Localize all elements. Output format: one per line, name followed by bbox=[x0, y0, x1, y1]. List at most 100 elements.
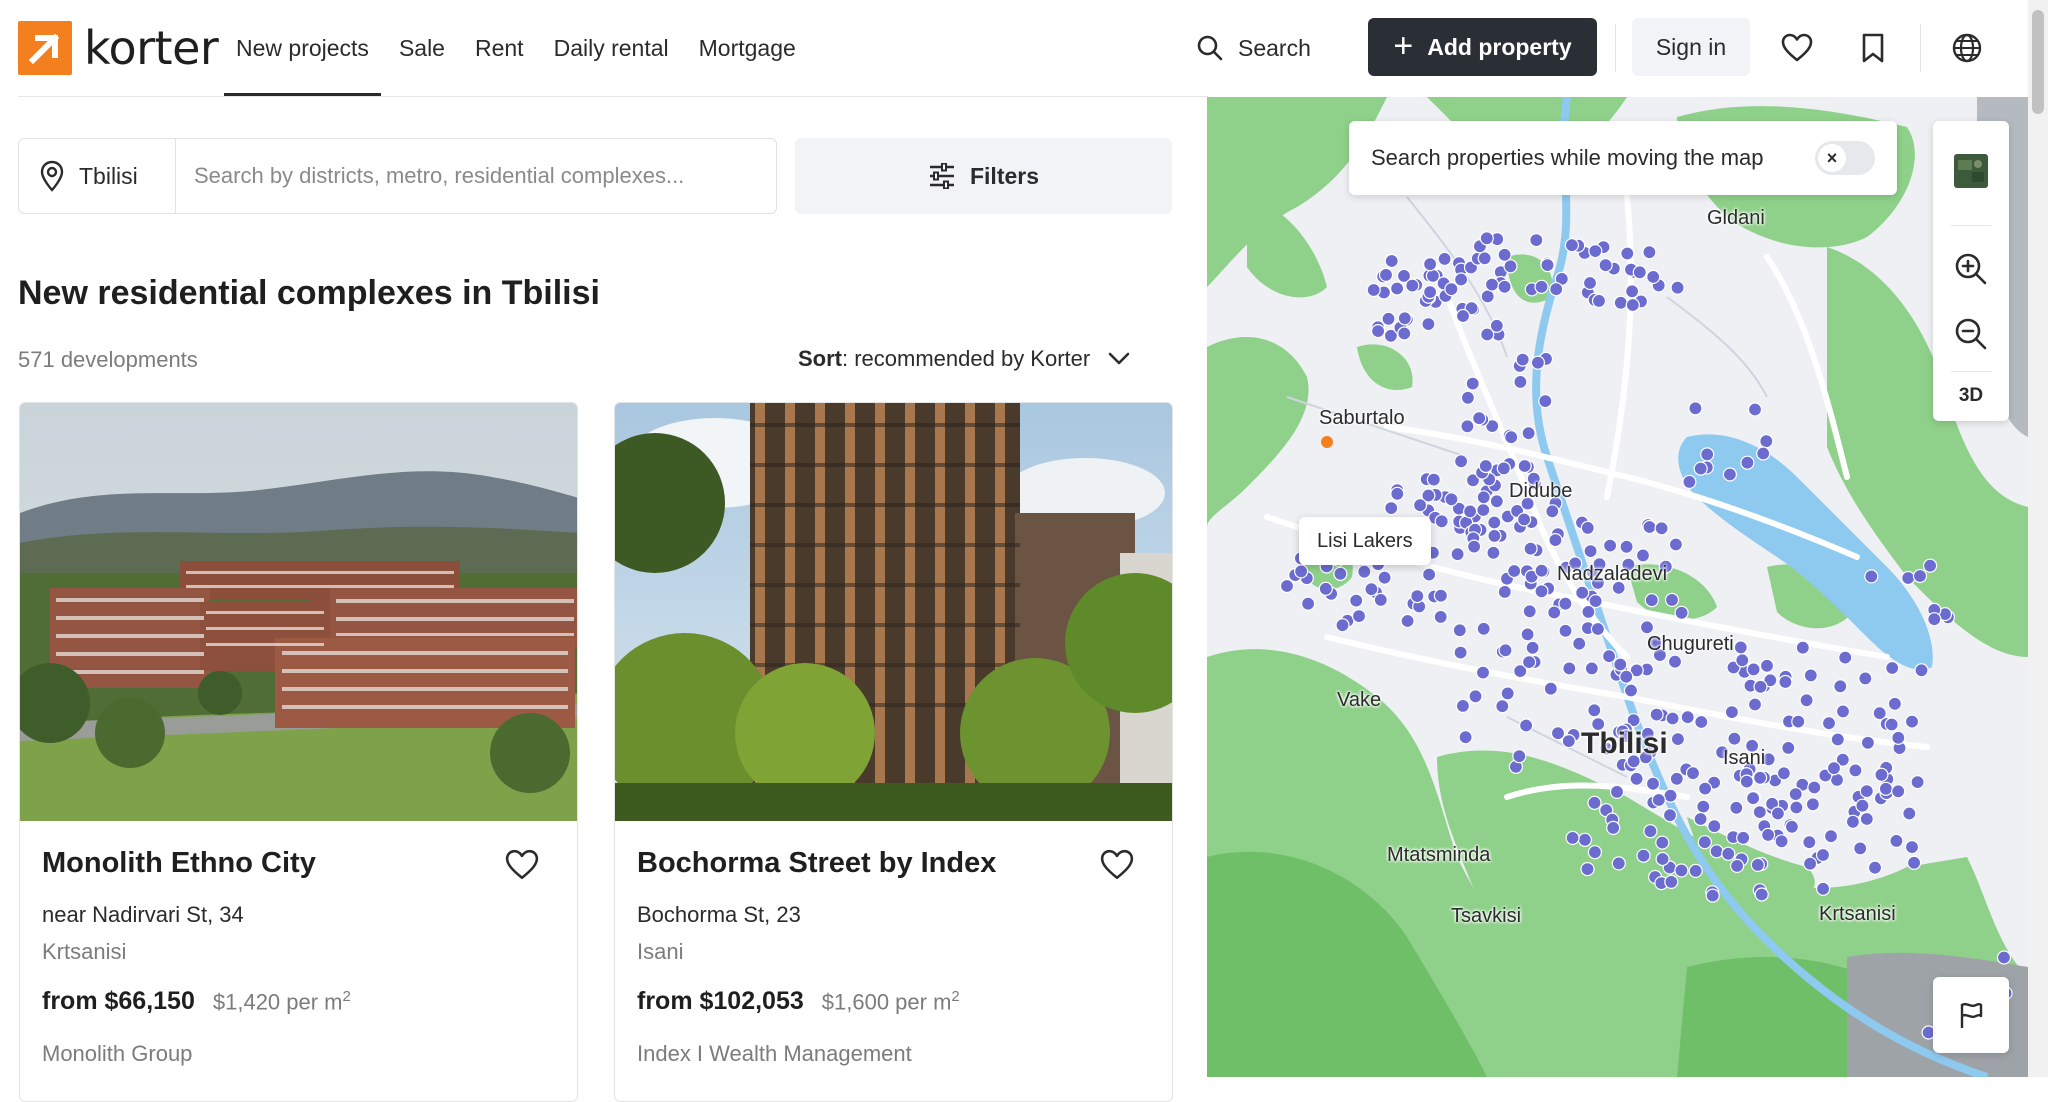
map-marker[interactable] bbox=[1688, 863, 1703, 879]
map-marker[interactable] bbox=[1885, 660, 1900, 676]
map-marker[interactable] bbox=[1543, 681, 1558, 696]
map-marker[interactable] bbox=[1709, 844, 1724, 859]
map-marker[interactable] bbox=[1620, 246, 1635, 261]
map-marker[interactable] bbox=[1572, 636, 1587, 651]
map-marker[interactable] bbox=[1904, 714, 1920, 729]
map-marker[interactable] bbox=[1891, 730, 1906, 745]
map-marker[interactable] bbox=[1580, 861, 1595, 877]
nav-rent[interactable]: Rent bbox=[475, 0, 524, 96]
map-marker[interactable] bbox=[1826, 761, 1842, 776]
map-marker[interactable] bbox=[1300, 596, 1316, 611]
map-marker[interactable] bbox=[1507, 563, 1522, 579]
nav-mortgage[interactable]: Mortgage bbox=[699, 0, 796, 96]
map-marker[interactable] bbox=[1433, 609, 1448, 625]
map-marker[interactable] bbox=[1904, 839, 1920, 855]
map-marker[interactable] bbox=[1891, 784, 1906, 799]
map-marker[interactable] bbox=[1580, 520, 1595, 535]
map-marker[interactable] bbox=[1795, 640, 1810, 655]
map-marker[interactable] bbox=[1655, 851, 1670, 867]
map-marker[interactable] bbox=[1534, 563, 1549, 578]
map-marker[interactable] bbox=[1705, 888, 1720, 903]
map-marker[interactable] bbox=[1789, 800, 1804, 815]
map-marker[interactable] bbox=[1584, 661, 1599, 676]
map-marker[interactable] bbox=[1577, 832, 1592, 847]
map-marker[interactable] bbox=[1587, 845, 1602, 860]
map-marker[interactable] bbox=[1455, 698, 1470, 714]
map-marker[interactable] bbox=[1639, 620, 1655, 635]
city-selector[interactable]: Tbilisi bbox=[19, 139, 176, 213]
map-marker[interactable] bbox=[1364, 582, 1379, 597]
map-marker[interactable] bbox=[1477, 251, 1492, 266]
map-marker[interactable] bbox=[1651, 792, 1666, 808]
map-marker[interactable] bbox=[1498, 643, 1513, 658]
map-marker[interactable] bbox=[1864, 569, 1879, 584]
nav-daily-rental[interactable]: Daily rental bbox=[554, 0, 669, 96]
nav-new-projects[interactable]: New projects bbox=[224, 0, 381, 96]
map-marker[interactable] bbox=[1722, 467, 1738, 482]
map-marker[interactable] bbox=[1581, 604, 1596, 620]
map-marker[interactable] bbox=[1335, 618, 1350, 633]
map-marker[interactable] bbox=[1530, 355, 1545, 370]
map-marker[interactable] bbox=[1878, 781, 1894, 796]
map-marker[interactable] bbox=[1405, 278, 1420, 293]
map-marker[interactable] bbox=[1799, 693, 1814, 708]
sort-dropdown[interactable]: Sort: recommended by Korter bbox=[798, 346, 1130, 372]
map-marker[interactable] bbox=[1694, 714, 1709, 730]
map-marker[interactable] bbox=[1922, 558, 1938, 573]
map-marker[interactable] bbox=[1497, 247, 1512, 262]
zoom-out-button[interactable] bbox=[1933, 304, 2009, 364]
map-marker[interactable] bbox=[1906, 855, 1922, 870]
map-marker[interactable] bbox=[1558, 596, 1573, 611]
map-marker[interactable] bbox=[1496, 461, 1511, 476]
map-marker[interactable] bbox=[1807, 780, 1822, 795]
map-marker[interactable] bbox=[1452, 623, 1467, 638]
map-marker[interactable] bbox=[1591, 293, 1607, 308]
map-marker[interactable] bbox=[1458, 730, 1473, 745]
map-marker[interactable] bbox=[1674, 605, 1689, 620]
map-marker[interactable] bbox=[1460, 390, 1475, 405]
map-marker[interactable] bbox=[1646, 269, 1661, 284]
map-marker[interactable] bbox=[1736, 830, 1751, 845]
map-marker[interactable] bbox=[1489, 318, 1504, 333]
nav-sale[interactable]: Sale bbox=[399, 0, 445, 96]
map-marker[interactable] bbox=[1463, 504, 1478, 519]
map-marker[interactable] bbox=[1776, 766, 1792, 781]
map-marker[interactable] bbox=[1613, 657, 1628, 672]
map-marker[interactable] bbox=[1521, 426, 1536, 441]
map-marker[interactable] bbox=[1912, 568, 1928, 584]
map-marker[interactable] bbox=[1859, 811, 1874, 827]
map-marker[interactable] bbox=[1279, 578, 1295, 594]
map-marker[interactable] bbox=[1914, 663, 1929, 678]
map-marker[interactable] bbox=[1668, 537, 1683, 552]
map-marker[interactable] bbox=[1413, 498, 1428, 513]
map-marker[interactable] bbox=[1884, 717, 1899, 732]
map-marker[interactable] bbox=[1746, 662, 1761, 677]
map-marker[interactable] bbox=[1815, 847, 1831, 863]
map-marker[interactable] bbox=[1293, 564, 1309, 579]
map-marker[interactable] bbox=[1476, 490, 1491, 505]
map-marker[interactable] bbox=[1735, 653, 1750, 668]
map-marker[interactable] bbox=[1437, 251, 1452, 266]
map-marker[interactable] bbox=[1642, 245, 1657, 260]
map-marker[interactable] bbox=[1693, 811, 1708, 827]
map-marker[interactable] bbox=[1845, 814, 1861, 829]
map-marker[interactable] bbox=[1465, 376, 1480, 391]
map-marker[interactable] bbox=[1655, 835, 1670, 850]
map-marker[interactable] bbox=[1606, 820, 1621, 836]
map-marker[interactable] bbox=[1623, 683, 1639, 698]
property-card[interactable]: Monolith Ethno City near Nadirvari St, 3… bbox=[19, 402, 578, 1102]
map-marker[interactable] bbox=[1674, 863, 1689, 878]
map-marker[interactable] bbox=[1680, 710, 1695, 725]
map-marker[interactable] bbox=[1454, 272, 1469, 287]
map-marker[interactable] bbox=[1829, 772, 1845, 788]
map-marker[interactable] bbox=[1575, 585, 1590, 600]
map-marker[interactable] bbox=[1663, 788, 1678, 803]
map-marker[interactable] bbox=[1821, 716, 1837, 731]
map-marker[interactable] bbox=[1739, 774, 1754, 789]
filters-button[interactable]: Filters bbox=[795, 138, 1172, 214]
map-marker[interactable] bbox=[1497, 584, 1512, 599]
map-marker[interactable] bbox=[1636, 848, 1651, 863]
map-marker[interactable] bbox=[1858, 671, 1873, 686]
map-marker[interactable] bbox=[1747, 402, 1763, 417]
map-marker[interactable] bbox=[1479, 231, 1494, 246]
